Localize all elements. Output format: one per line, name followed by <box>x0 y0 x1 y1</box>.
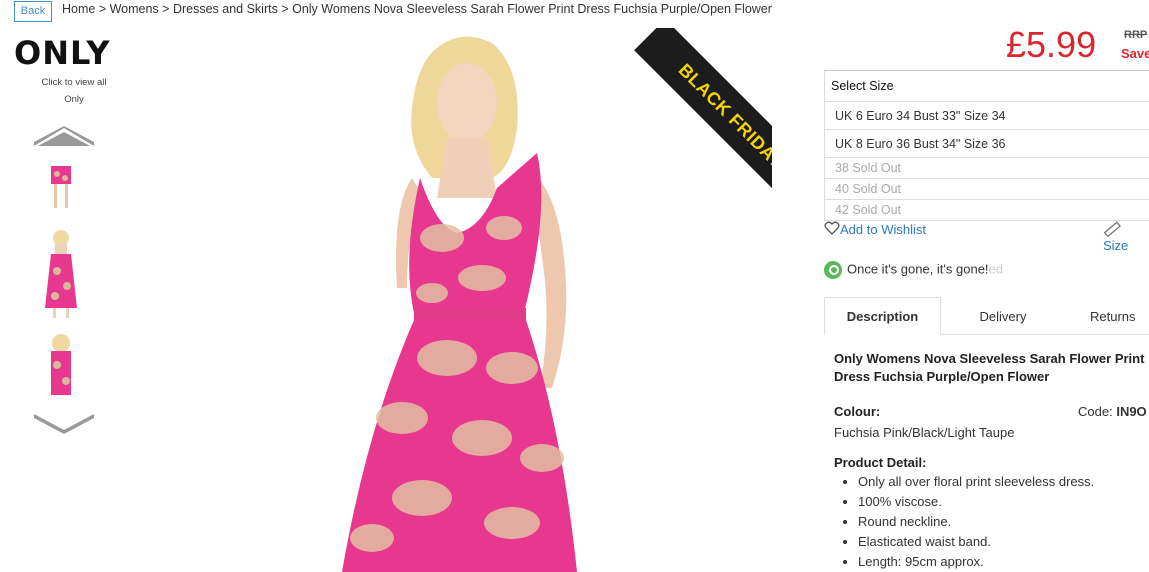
breadcrumb-separator: > <box>158 2 173 16</box>
wishlist-label: Add to Wishlist <box>840 222 926 237</box>
product-title: Only Womens Nova Sleeveless Sarah Flower… <box>834 351 1145 384</box>
breadcrumb: Home > Womens > Dresses and Skirts > Onl… <box>62 2 772 16</box>
size-option[interactable]: UK 6 Euro 34 Bust 33" Size 34 <box>825 102 1149 130</box>
brand-logo[interactable]: ONLY <box>14 34 136 72</box>
stock-notice-faded: ed <box>988 261 1004 277</box>
colour-value: Fuchsia Pink/Black/Light Taupe <box>834 425 1015 440</box>
heart-icon <box>824 221 840 235</box>
add-to-wishlist-link[interactable]: Add to Wishlist <box>824 221 926 237</box>
size-guide-label: Size <box>1103 238 1129 253</box>
product-detail-list: Only all over floral print sleeveless dr… <box>836 472 1094 572</box>
thumbnail-1[interactable] <box>17 166 105 212</box>
brand-name[interactable]: Only <box>14 94 134 105</box>
size-selector[interactable]: Select Size UK 6 Euro 34 Bust 33" Size 3… <box>824 70 1149 221</box>
detail-item: 100% viscose. <box>858 492 1094 512</box>
stock-notice: Once it's gone, it's gone!ed <box>824 261 1003 279</box>
tab-delivery[interactable]: Delivery <box>950 309 1056 324</box>
breadcrumb-separator: > <box>95 2 110 16</box>
ruler-icon <box>1103 221 1121 238</box>
chevron-down-icon[interactable] <box>34 414 94 434</box>
price-save-label: Save <box>1121 46 1149 61</box>
product-detail-label: Product Detail: <box>834 455 927 470</box>
size-option[interactable]: UK 8 Euro 36 Bust 34" Size 36 <box>825 130 1149 158</box>
size-option-sold-out: 42 Sold Out <box>825 200 1149 221</box>
back-button[interactable]: Back <box>14 1 52 22</box>
price-rrp-label: RRP <box>1124 29 1148 41</box>
price-current: £5.99 <box>1006 24 1097 65</box>
breadcrumb-current: Only Womens Nova Sleeveless Sarah Flower… <box>292 2 772 16</box>
chevron-up-icon[interactable] <box>34 126 94 146</box>
breadcrumb-womens[interactable]: Womens <box>110 2 159 16</box>
breadcrumb-dresses[interactable]: Dresses and Skirts <box>173 2 278 16</box>
thumbnail-2[interactable] <box>17 226 105 318</box>
detail-item: Only all over floral print sleeveless dr… <box>858 472 1094 492</box>
clock-icon <box>824 261 842 279</box>
code-label: Code: <box>1078 404 1113 419</box>
black-friday-ribbon: BLACK FRIDAY <box>612 28 772 188</box>
breadcrumb-separator: > <box>277 2 293 16</box>
ribbon-text: BLACK FRIDAY <box>634 28 772 188</box>
size-option-sold-out: 38 Sold Out <box>825 158 1149 179</box>
size-option-sold-out: 40 Sold Out <box>825 179 1149 200</box>
detail-item: Elasticated waist band. <box>858 532 1094 552</box>
stock-notice-text: Once it's gone, it's gone! <box>847 261 989 277</box>
size-guide-link[interactable]: Size <box>1103 221 1149 253</box>
detail-item: Round neckline. <box>858 512 1094 532</box>
breadcrumb-home[interactable]: Home <box>62 2 95 16</box>
product-code: Code: IN9O <box>1078 404 1147 419</box>
click-to-view-all[interactable]: Click to view all <box>14 77 134 88</box>
thumbnail-3[interactable] <box>17 333 105 395</box>
colour-label: Colour: <box>834 404 881 419</box>
code-value: IN9O <box>1116 404 1147 419</box>
tab-description[interactable]: Description <box>824 297 941 335</box>
detail-item: Length: 95cm approx. <box>858 552 1094 572</box>
tab-returns[interactable]: Returns <box>1090 309 1149 324</box>
size-selector-header[interactable]: Select Size <box>825 71 1149 102</box>
